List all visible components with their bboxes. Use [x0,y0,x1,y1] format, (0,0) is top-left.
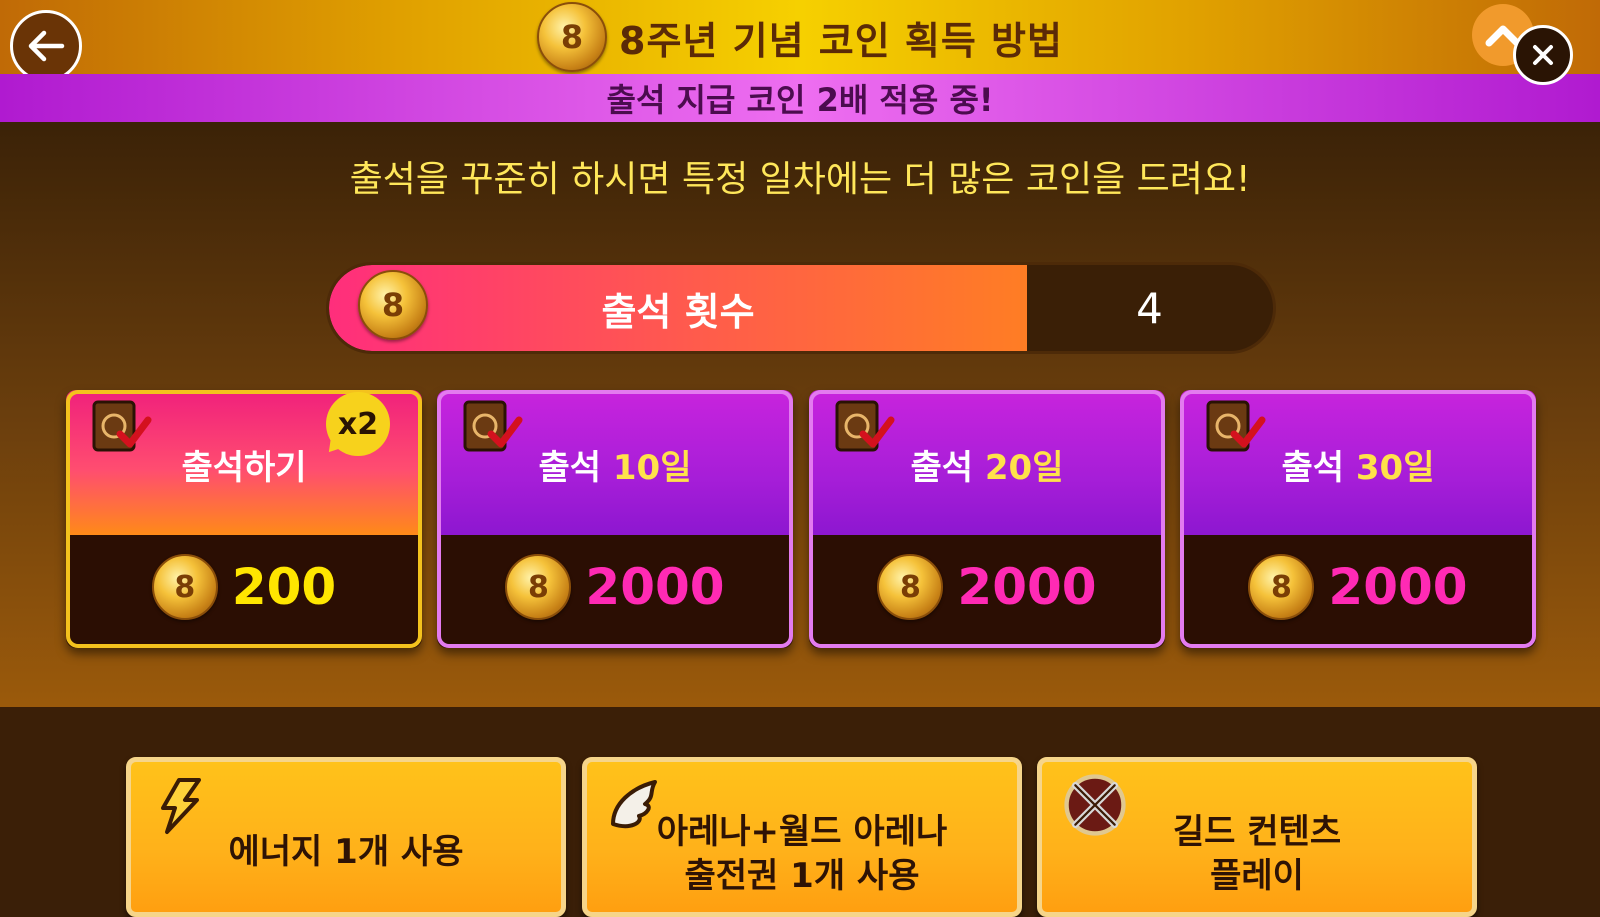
button-label: 에너지 1개 사용 [228,832,464,872]
lightning-icon [161,778,201,834]
attendance-cards: 출석하기 x2 8 200 출석 10일 8 2000 출석 20일 8 200… [66,390,1536,650]
reward-value: 2000 [957,558,1097,616]
back-button[interactable] [10,10,82,82]
coin-icon: 8 [151,554,218,620]
button-label-line1: 길드 컨텐츠 [1172,812,1342,852]
card-attend-20[interactable]: 출석 20일 8 2000 [809,390,1165,648]
coin-icon: 8 [358,270,428,340]
back-arrow-icon [28,30,65,62]
attendance-counter: 출석 횟수 4 [326,262,1276,354]
coin-icon: 8 [1248,554,1315,620]
use-arena-ticket-button[interactable]: 아레나+월드 아레나 출전권 1개 사용 [582,757,1022,917]
play-guild-content-button[interactable]: 길드 컨텐츠 플레이 [1037,757,1477,917]
counter-label: 출석 횟수 [601,289,755,334]
card-reward: 8 2000 [1180,552,1536,622]
close-icon [1533,45,1553,65]
card-title: 출석 20일 [910,448,1064,488]
title-group: 8 8주년 기념 코인 획득 방법 [0,2,1600,72]
card-title: 출석 10일 [538,448,692,488]
coin-icon: 8 [877,554,944,620]
coin-icon: 8 [505,554,572,620]
reward-value: 200 [231,558,337,616]
card-attend[interactable]: 출석하기 x2 8 200 [66,390,422,648]
card-attend-10[interactable]: 출석 10일 8 2000 [437,390,793,648]
card-reward: 8 200 [66,552,422,622]
close-button[interactable] [1513,25,1573,85]
anniversary-coin-icon: 8 [537,2,608,72]
card-reward: 8 2000 [437,552,793,622]
page-title: 8주년 기념 코인 획득 방법 [619,18,1063,63]
button-label-line1: 아레나+월드 아레나 [656,812,948,852]
subtitle: 출석을 꾸준히 하시면 특정 일차에는 더 많은 코인을 드려요! [349,159,1251,200]
double-badge: x2 [326,392,390,456]
button-label-line2: 출전권 1개 사용 [684,856,920,896]
card-title: 출석 30일 [1281,448,1435,488]
button-label-line2: 플레이 [1210,856,1304,896]
double-coin-banner: 출석 지급 코인 2배 적용 중! [0,74,1600,122]
card-attend-30[interactable]: 출석 30일 8 2000 [1180,390,1536,648]
reward-value: 2000 [1328,558,1468,616]
reward-value: 2000 [585,558,725,616]
banner-text: 출석 지급 코인 2배 적용 중! [606,81,994,119]
action-area: 에너지 1개 사용 아레나+월드 아레나 출전권 1개 사용 길드 컨텐츠 플레… [0,707,1600,917]
card-reward: 8 2000 [809,552,1165,622]
attendance-panel: 출석을 꾸준히 하시면 특정 일차에는 더 많은 코인을 드려요! 출석 횟수 … [0,122,1600,707]
counter-value: 4 [1136,283,1163,333]
use-energy-button[interactable]: 에너지 1개 사용 [126,757,566,917]
